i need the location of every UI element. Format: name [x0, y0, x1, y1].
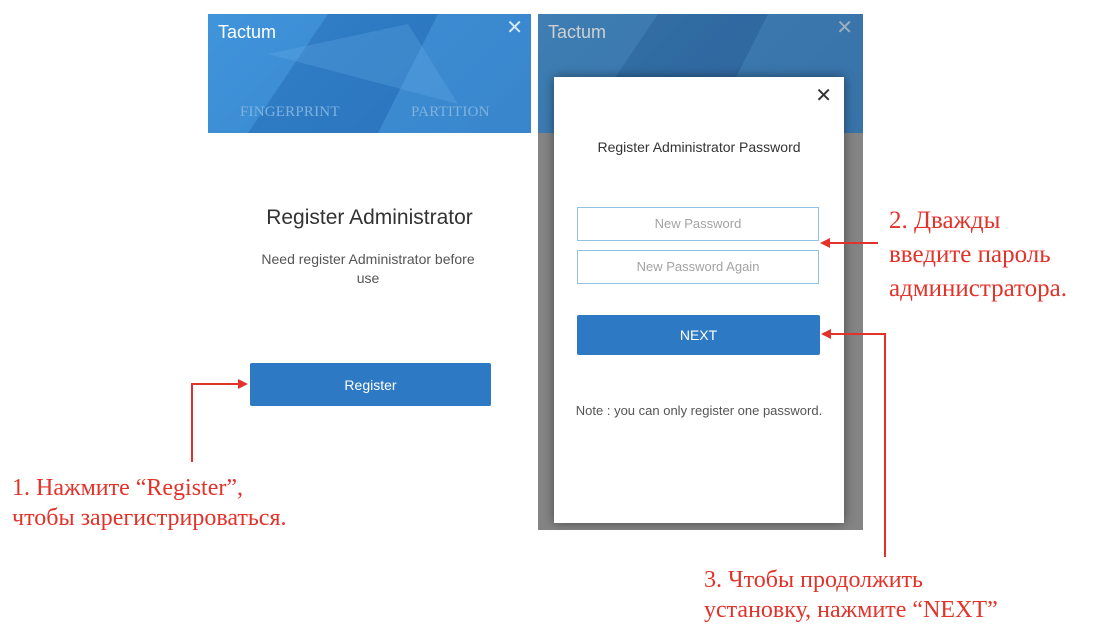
step1-label: 1. Нажмите “Register”, чтобы зарегистрир…: [12, 473, 287, 533]
annotation-arrows: [191, 238, 886, 557]
step2-line2: введите пароль: [889, 241, 1051, 268]
step2-label: 2. Дважды введите пароль администратора.: [889, 204, 1067, 306]
step3-line2: установку, нажмите “NEXT”: [704, 597, 998, 623]
step2-line1: 2. Дважды: [889, 207, 1001, 234]
step1-line2: чтобы зарегистрироваться.: [12, 505, 287, 531]
step2-line3: администратора.: [889, 275, 1067, 302]
step3-arrow: [821, 329, 886, 557]
step3-line1: 3. Чтобы продолжить: [704, 567, 923, 593]
step1-arrow: [191, 379, 248, 462]
step3-label: 3. Чтобы продолжить установку, нажмите “…: [704, 565, 998, 625]
step1-line1: 1. Нажмите “Register”,: [12, 475, 244, 501]
